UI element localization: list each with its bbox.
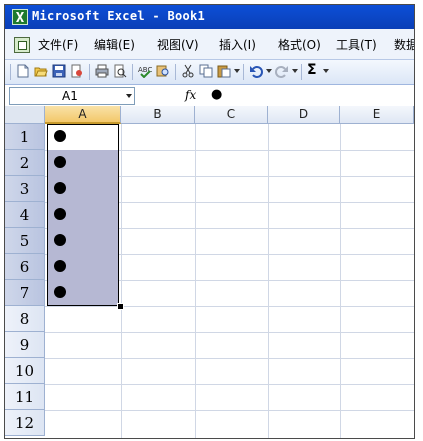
toolbar-separator (175, 64, 176, 80)
save-icon[interactable] (52, 64, 66, 78)
autosum-dropdown-icon[interactable] (323, 69, 329, 73)
row-header-5[interactable]: 5 (5, 228, 45, 254)
svg-text:ABC: ABC (138, 66, 152, 74)
formula-bar: A1 fx ● (5, 85, 414, 107)
toolbar-separator (132, 64, 133, 80)
row-header-10[interactable]: 10 (5, 358, 45, 384)
menu-insert[interactable]: 插入(I) (219, 36, 256, 53)
row-header-6[interactable]: 6 (5, 254, 45, 280)
name-box[interactable]: A1 (9, 87, 135, 105)
spelling-icon[interactable]: ABC (138, 64, 152, 78)
row-header-2[interactable]: 2 (5, 150, 45, 176)
formula-input[interactable]: ● (211, 87, 222, 102)
cell-a3-bullet (54, 182, 66, 194)
worksheet-grid[interactable]: A B C D E 1 2 3 4 5 6 7 8 9 10 11 12 (5, 106, 414, 438)
row-header-8[interactable]: 8 (5, 306, 45, 332)
undo-dropdown-icon[interactable] (266, 69, 272, 73)
toolbar-separator (301, 64, 302, 80)
autosum-icon[interactable]: Σ (307, 62, 321, 78)
window-title: Microsoft Excel - Book1 (32, 9, 206, 23)
cell-a6-bullet (54, 260, 66, 272)
gridline (268, 124, 269, 438)
gridline (45, 384, 414, 385)
open-icon[interactable] (34, 64, 48, 78)
gridline (121, 124, 122, 438)
cell-a7-bullet (54, 286, 66, 298)
research-icon[interactable] (156, 64, 170, 78)
gridline (340, 124, 341, 438)
redo-dropdown-icon[interactable] (292, 69, 298, 73)
workbook-control-icon[interactable] (14, 37, 30, 53)
gridline (45, 410, 414, 411)
print-icon[interactable] (95, 64, 109, 78)
paste-dropdown-icon[interactable] (234, 69, 240, 73)
permission-icon[interactable] (70, 64, 84, 78)
copy-icon[interactable] (199, 64, 213, 78)
column-header-a[interactable]: A (45, 106, 121, 124)
gridline (45, 332, 414, 333)
menu-file[interactable]: 文件(F) (38, 36, 78, 53)
name-box-value: A1 (62, 89, 78, 103)
row-header-1[interactable]: 1 (5, 124, 45, 150)
name-box-dropdown-icon[interactable] (126, 94, 132, 98)
gridline (45, 306, 414, 307)
insert-function-button[interactable]: fx (185, 88, 196, 102)
gridline (45, 358, 414, 359)
cell-a1-bullet (54, 130, 66, 142)
row-header-9[interactable]: 9 (5, 332, 45, 358)
gridline (195, 124, 196, 438)
excel-window: Microsoft Excel - Book1 文件(F) 编辑(E) 视图(V… (4, 4, 415, 439)
print-preview-icon[interactable] (113, 64, 127, 78)
new-icon[interactable] (16, 64, 30, 78)
column-header-b[interactable]: B (121, 106, 195, 124)
cut-icon[interactable] (181, 64, 195, 78)
undo-icon[interactable] (249, 64, 263, 78)
row-header-7[interactable]: 7 (5, 280, 45, 306)
menu-bar: 文件(F) 编辑(E) 视图(V) 插入(I) 格式(O) 工具(T) 数据 (5, 29, 414, 60)
fill-handle[interactable] (117, 303, 124, 310)
standard-toolbar: ABC Σ (5, 60, 414, 85)
column-header-d[interactable]: D (268, 106, 340, 124)
redo-icon[interactable] (275, 64, 289, 78)
cell-a4-bullet (54, 208, 66, 220)
row-header-12[interactable]: 12 (5, 410, 45, 436)
toolbar-grip[interactable] (10, 64, 11, 80)
toolbar-separator (89, 64, 90, 80)
cell-a2-bullet (54, 156, 66, 168)
column-header-c[interactable]: C (195, 106, 268, 124)
menu-data[interactable]: 数据 (394, 36, 414, 53)
title-bar: Microsoft Excel - Book1 (5, 5, 414, 29)
column-header-e[interactable]: E (340, 106, 414, 124)
cell-a5-bullet (54, 234, 66, 246)
select-all-button[interactable] (5, 106, 45, 124)
excel-app-icon[interactable] (12, 9, 28, 25)
row-header-4[interactable]: 4 (5, 202, 45, 228)
row-header-11[interactable]: 11 (5, 384, 45, 410)
menu-edit[interactable]: 编辑(E) (94, 36, 135, 53)
menu-view[interactable]: 视图(V) (157, 36, 199, 53)
menu-tools[interactable]: 工具(T) (336, 36, 377, 53)
paste-icon[interactable] (217, 64, 231, 78)
row-header-3[interactable]: 3 (5, 176, 45, 202)
menu-format[interactable]: 格式(O) (278, 36, 321, 53)
toolbar-separator (243, 64, 244, 80)
